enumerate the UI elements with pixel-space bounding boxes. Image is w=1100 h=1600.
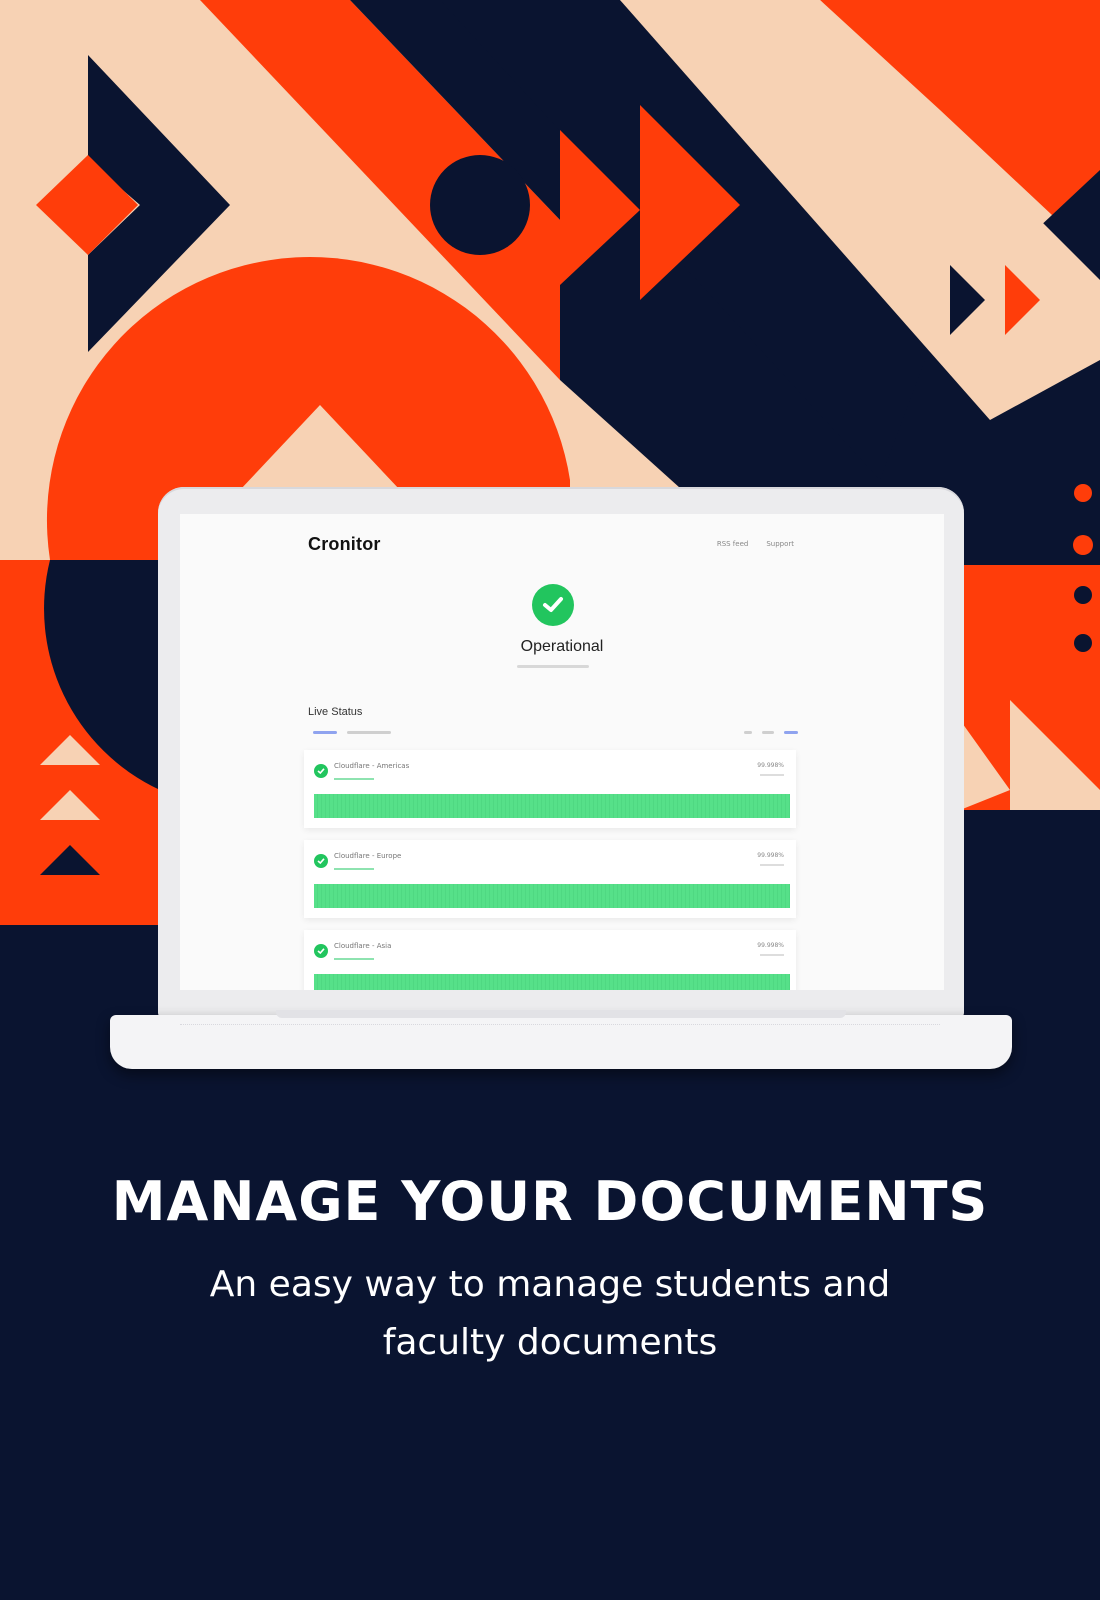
tab-inactive[interactable] xyxy=(347,731,391,734)
range-option[interactable] xyxy=(762,731,774,734)
uptime-bar xyxy=(314,794,790,818)
laptop-screen: Cronitor RSS feed Support Operational Li… xyxy=(180,514,944,990)
uptime-caption-line xyxy=(760,774,784,776)
check-circle-icon xyxy=(314,854,328,868)
promo-poster: Cronitor RSS feed Support Operational Li… xyxy=(0,0,1100,1600)
subheadline-line-2: faculty documents xyxy=(382,1322,718,1363)
subheadline: An easy way to manage students and facul… xyxy=(150,1256,950,1372)
monitor-card[interactable]: Cloudflare - Americas 99.998% xyxy=(304,750,796,828)
uptime-bar xyxy=(314,974,790,990)
app-nav: RSS feed Support xyxy=(717,540,794,548)
monitor-card[interactable]: Cloudflare - Europe 99.998% xyxy=(304,840,796,918)
monitor-name: Cloudflare - Asia xyxy=(334,942,392,950)
monitor-uptime: 99.998% xyxy=(757,942,784,949)
monitor-name: Cloudflare - Europe xyxy=(334,852,402,860)
app-logo[interactable]: Cronitor xyxy=(308,534,381,555)
laptop-keyboard-edge xyxy=(180,1024,940,1036)
status-subtitle-placeholder xyxy=(517,665,589,668)
nav-support-link[interactable]: Support xyxy=(766,540,794,548)
headline: MANAGE YOUR DOCUMENTS xyxy=(111,1170,989,1233)
check-circle-icon xyxy=(314,764,328,778)
subheadline-line-1: An easy way to manage students and xyxy=(209,1264,891,1305)
tab-active[interactable] xyxy=(313,731,337,734)
filter-tabs xyxy=(313,731,391,734)
monitor-uptime: 99.998% xyxy=(757,852,784,859)
monitor-status-line xyxy=(334,868,374,870)
check-circle-icon xyxy=(314,944,328,958)
check-circle-icon xyxy=(532,584,574,626)
range-selector xyxy=(744,731,798,734)
uptime-caption-line xyxy=(760,954,784,956)
status-title: Operational xyxy=(520,638,604,655)
monitor-uptime: 99.998% xyxy=(757,762,784,769)
laptop-mockup: Cronitor RSS feed Support Operational Li… xyxy=(0,0,1100,1100)
monitor-name: Cloudflare - Americas xyxy=(334,762,410,770)
laptop-hinge xyxy=(276,1010,846,1018)
uptime-caption-line xyxy=(760,864,784,866)
range-option-active[interactable] xyxy=(784,731,798,734)
monitor-status-line xyxy=(334,958,374,960)
uptime-bar xyxy=(314,884,790,908)
nav-rss-link[interactable]: RSS feed xyxy=(717,540,749,548)
monitor-card[interactable]: Cloudflare - Asia 99.998% xyxy=(304,930,796,990)
live-status-title: Live Status xyxy=(308,706,363,718)
range-option[interactable] xyxy=(744,731,752,734)
monitor-status-line xyxy=(334,778,374,780)
